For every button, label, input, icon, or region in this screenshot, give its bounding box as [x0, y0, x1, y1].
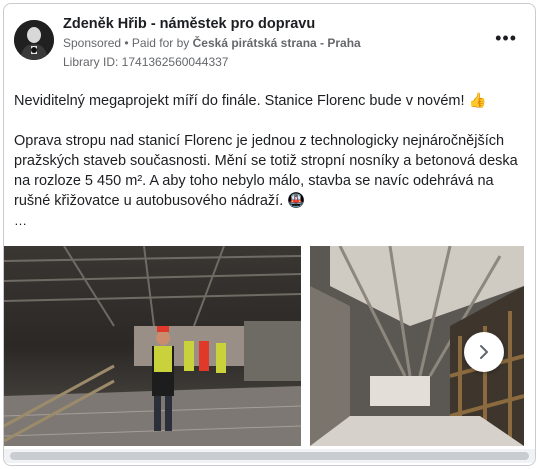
post-paragraph-2: Oprava stropu nad stanicí Florenc je jed… [14, 133, 518, 209]
payer-link[interactable]: Česká pirátská strana - Praha [193, 36, 361, 50]
sponsored-label: Sponsored [63, 36, 122, 50]
post-body: Neviditelný megaprojekt míří do finále. … [14, 91, 524, 211]
avatar[interactable] [14, 20, 54, 60]
more-options-icon[interactable]: ••• [495, 29, 517, 47]
see-more-ellipsis[interactable]: … [14, 213, 27, 228]
sponsor-line: Sponsored • Paid for by Česká pirátská s… [63, 36, 361, 50]
author-name[interactable]: Zdeněk Hřib - náměstek pro dopravu [63, 16, 315, 32]
chevron-right-icon [480, 345, 488, 359]
carousel-next-button[interactable] [464, 332, 504, 372]
scrollbar-thumb[interactable] [10, 452, 529, 460]
paid-for-prefix: Paid for by [131, 36, 193, 50]
horizontal-scrollbar[interactable] [4, 449, 535, 463]
carousel-image-1[interactable] [4, 246, 301, 446]
meta-separator: • [121, 36, 132, 50]
library-id: Library ID: 1741362560044337 [63, 55, 229, 69]
ad-post-card: Zdeněk Hřib - náměstek pro dopravu Spons… [3, 3, 536, 466]
image-carousel [4, 246, 535, 446]
post-paragraph-1: Neviditelný megaprojekt míří do finále. … [14, 93, 487, 109]
